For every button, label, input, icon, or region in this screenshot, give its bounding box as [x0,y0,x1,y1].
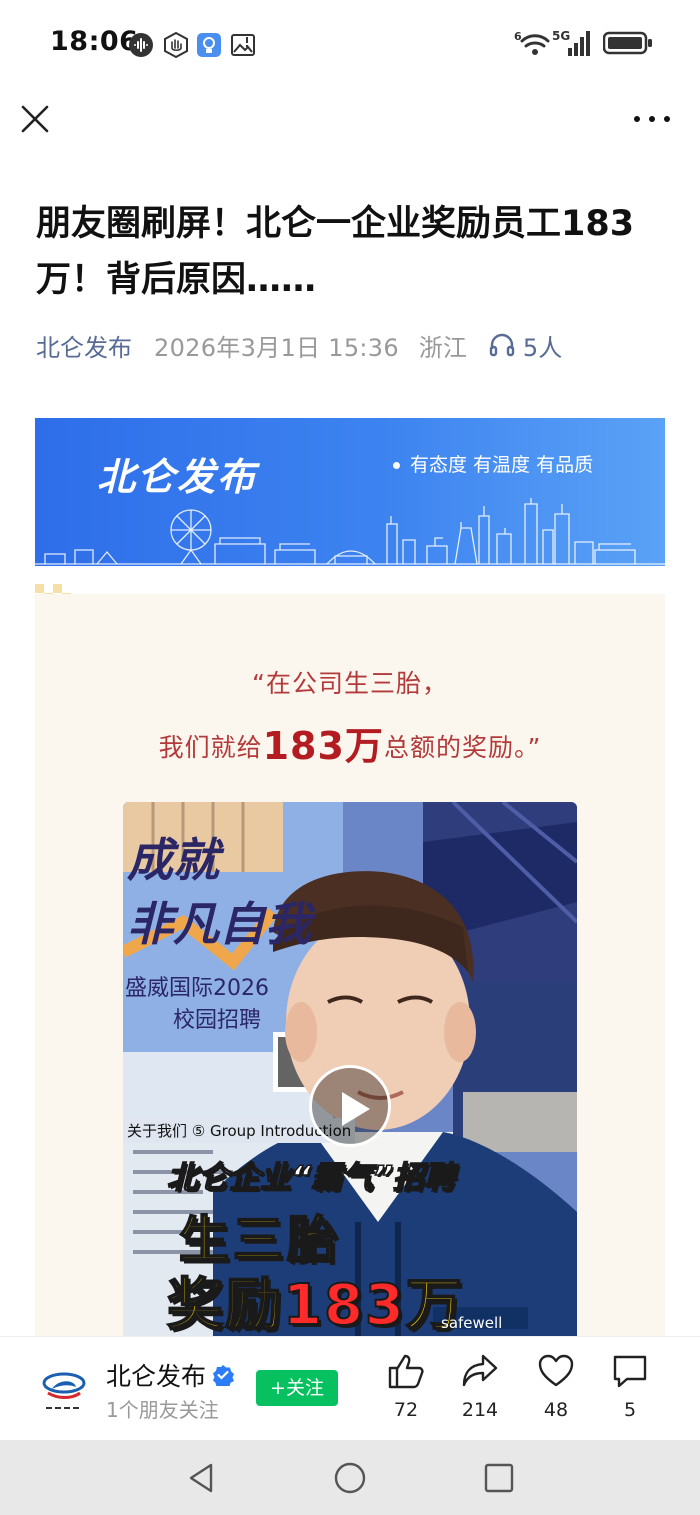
play-button[interactable] [309,1065,391,1147]
quote-line-1: “在公司生三胎， [252,669,448,698]
more-options-button[interactable] [634,110,670,128]
share-arrow-icon [462,1354,498,1387]
favorite-button[interactable]: 48 [526,1353,586,1421]
comment-button[interactable]: 5 [600,1353,660,1421]
signal-5g-icon: 5G [552,29,590,56]
comment-count: 5 [623,1399,637,1421]
article-region: 浙江 [418,333,467,362]
account-name[interactable]: 北仑发布 [106,1357,235,1393]
wifi-icon: 6 [514,30,550,55]
more-icon-dot [664,116,670,122]
article-content-card: “在公司生三胎， 我们就给183万总额的奖励。” 成就 非凡自我 盛威国际202… [35,594,665,1336]
article-account-link[interactable]: 北仑发布 [36,328,132,363]
video-player[interactable]: 成就 非凡自我 盛威国际2026 校园招聘 关于我们 ⑤ Group Intro… [123,802,577,1336]
more-icon-dot [649,116,655,122]
poster-subtitle-1: 盛威国际2026 [125,976,269,1001]
more-icon-dot [634,116,640,122]
listen-count-label: 5人 [522,333,563,362]
close-button[interactable] [16,100,54,138]
voice-wave-icon [129,33,153,57]
share-button[interactable]: 214 [450,1353,510,1421]
account-logo[interactable] [38,1365,90,1417]
home-nav-icon[interactable] [332,1460,368,1496]
image-alert-icon [231,34,255,56]
banner-slogan: 有态度 有温度 有品质 [393,450,593,477]
like-count: 72 [393,1399,419,1421]
poster-subtitle-2: 校园招聘 [173,1008,262,1033]
app-badge-icon [197,33,221,57]
slogan-dot [393,462,400,469]
jacket-brand-text: safewell [441,1314,503,1332]
back-nav-icon[interactable] [183,1460,219,1496]
status-time: 18:06 [50,26,139,57]
svg-text:5G: 5G [552,29,570,43]
quote-line-2: 我们就给183万总额的奖励。” [158,724,542,768]
quote-highlight-amount: 183万 [262,724,384,768]
play-icon [342,1092,370,1126]
favorite-count: 48 [543,1399,569,1421]
status-bar: 18:06 6 5G [0,0,700,90]
verified-badge-icon [213,1365,235,1386]
heart-icon [538,1354,574,1387]
account-action-bar: 北仑发布 1个朋友关注 +关注 72 214 48 5 [0,1336,700,1440]
close-icon [21,105,49,133]
recents-nav-icon[interactable] [481,1460,517,1496]
like-button[interactable]: 72 [376,1353,436,1421]
friends-following: 1个朋友关注 [106,1398,219,1422]
video-caption-3: 奖励183万 [166,1272,464,1336]
follow-button[interactable]: +关注 [256,1370,338,1406]
hand-icon [164,32,188,58]
article-date: 2026年3月1日 15:36 [154,333,399,362]
poster-title-1: 成就 [127,833,219,887]
headphones-icon [489,333,515,357]
video-caption-1: 北仑企业“霸气”招聘 [166,1159,455,1197]
listen-count[interactable]: 5人 [489,328,562,363]
article-title: 朋友圈刷屏！北仑一企业奖励员工183万！背后原因…… [36,204,635,300]
article-meta: 北仑发布 2026年3月1日 15:36 浙江 5人 [36,327,562,363]
share-count: 214 [461,1399,499,1421]
comment-bubble-icon [613,1355,647,1388]
thumbs-up-icon [388,1354,424,1389]
city-skyline-graphic [35,498,665,565]
poster-title-2: 非凡自我 [127,897,311,951]
battery-icon [603,31,652,55]
account-banner-image: 北仑发布 有态度 有温度 有品质 [35,418,665,566]
system-navigation-bar [0,1440,700,1515]
